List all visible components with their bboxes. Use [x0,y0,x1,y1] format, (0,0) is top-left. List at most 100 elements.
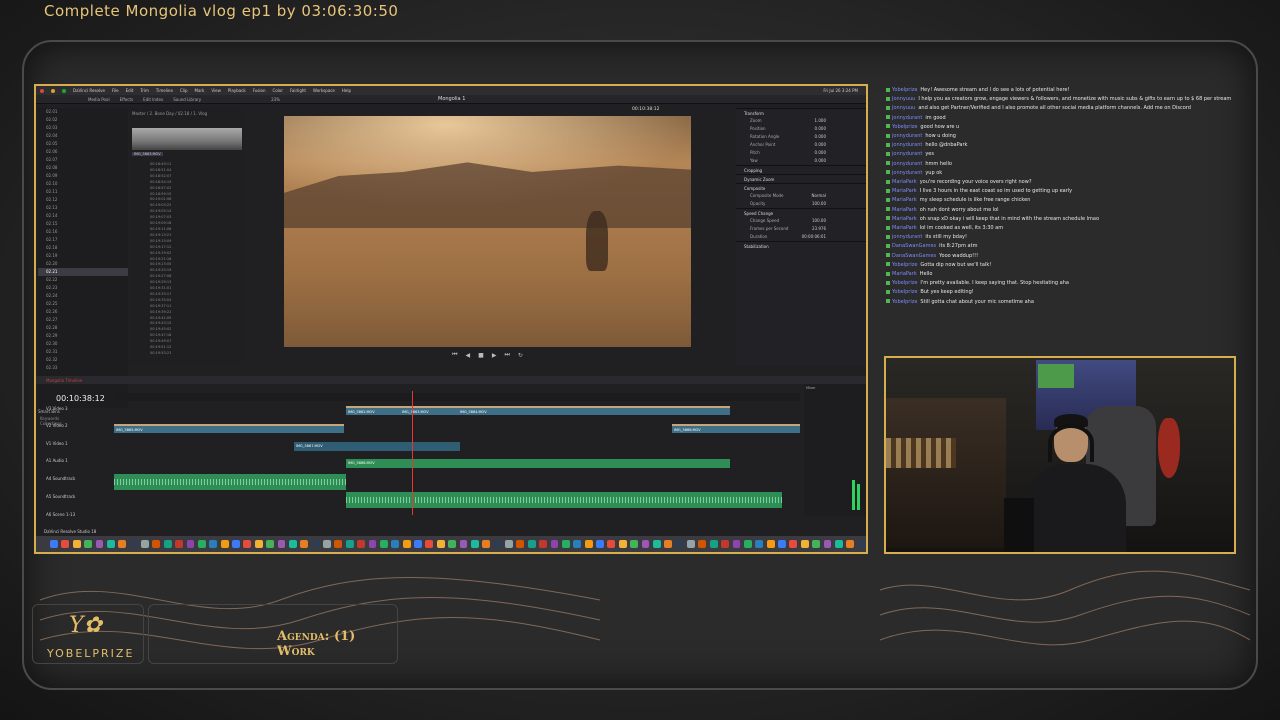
dock-app-icon[interactable] [800,540,809,548]
clip-thumbnail[interactable] [132,128,242,150]
chat-username[interactable]: Yobelprize [892,124,917,130]
inspector-section-dynamic-zoom[interactable]: Dynamic Zoom [736,174,866,183]
media-tree-item[interactable]: 02.29 [38,332,128,340]
track-header-a5[interactable]: A5 Soundtrack [46,494,112,499]
media-tree-item[interactable]: 02.14 [38,212,128,220]
media-tree-item[interactable]: 02.17 [38,236,128,244]
dock-app-icon[interactable] [743,540,752,548]
media-tree-item[interactable]: 02.09 [38,172,128,180]
timeline-clip[interactable]: IMG_5865.MOV [114,424,344,433]
davinci-resolve-window[interactable]: DaVinci Resolve File Edit Trim Timeline … [34,84,868,554]
dock-app-icon[interactable] [834,540,843,548]
track-header-a6[interactable]: A6 Scene 1-13 [46,512,112,517]
track-header-v3[interactable]: V3 Video 3 [46,406,112,411]
dock-app-icon[interactable] [243,540,252,548]
stop-icon[interactable]: ■ [478,352,484,359]
chat-username[interactable]: Yobelprize [892,289,917,295]
dock-app-icon[interactable] [721,540,729,548]
play-reverse-icon[interactable]: ◀ [466,352,471,359]
menu-mark[interactable]: Mark [195,88,205,93]
menu-clip[interactable]: Clip [180,88,188,93]
chat-username[interactable]: Yobelprize [892,262,917,268]
media-tree-item[interactable]: 02.12 [38,196,128,204]
dock-app-icon[interactable] [402,540,411,548]
chat-username[interactable]: jonnydurant [892,161,922,167]
chat-username[interactable]: jonnydurant [892,234,922,240]
media-tree-item[interactable]: 02.06 [38,148,128,156]
inspector-row[interactable]: Anchor Point 0.000 [736,141,866,149]
app-name[interactable]: DaVinci Resolve [73,88,105,93]
chat-username[interactable]: MariaPark [892,197,917,203]
edit-index-button[interactable]: Edit Index [143,97,163,102]
inspector-row[interactable]: Position 0.000 [736,125,866,133]
inspector-row[interactable]: Zoom 1.000 [736,117,866,125]
inspector-section-transform[interactable]: Transform [736,108,866,117]
dock-app-icon[interactable] [425,540,434,548]
menu-trim[interactable]: Trim [140,88,149,93]
clip-list-row[interactable]: 00:19:53:21 [150,351,242,357]
timeline-ruler[interactable] [114,393,800,401]
track-header-v2[interactable]: V2 Video 2 [46,423,112,428]
media-tree-item[interactable]: 02.01 [38,108,128,116]
inspector-row[interactable]: Duration 00:00:06:01 [736,233,866,241]
inspector-row[interactable]: Yaw 0.000 [736,157,866,165]
dock-app-icon[interactable] [448,540,456,548]
media-tree-item[interactable]: 02.24 [38,292,128,300]
dock-app-icon[interactable] [527,540,536,548]
dock-app-icon[interactable] [345,540,354,548]
dock-app-icon[interactable] [493,540,502,548]
dock-app-icon[interactable] [755,540,764,548]
play-icon[interactable]: ▶ [492,352,497,359]
dock-app-icon[interactable] [732,540,741,548]
chat-username[interactable]: jonnydurant [892,133,922,139]
dock-app-icon[interactable] [334,540,343,548]
effects-button[interactable]: Effects [120,97,134,102]
dock-app-icon[interactable] [300,540,309,548]
loop-icon[interactable]: ↻ [518,352,523,359]
menu-playback[interactable]: Playback [228,88,246,93]
media-tree-item[interactable]: 02.10 [38,180,128,188]
inspector-section-speed-change[interactable]: Speed Change [736,208,866,217]
dock-app-icon[interactable] [106,540,115,548]
dock-app-icon[interactable] [118,540,127,548]
media-tree-item[interactable]: 02.27 [38,316,128,324]
media-tree-item[interactable]: 02.04 [38,132,128,140]
chat-username[interactable]: jonnydurant [892,170,922,176]
dock-app-icon[interactable] [323,540,331,548]
media-tree-item[interactable]: 02.13 [38,204,128,212]
menu-help[interactable]: Help [342,88,351,93]
dock-app-icon[interactable] [391,540,400,548]
minimize-window-icon[interactable] [51,88,55,93]
playhead[interactable] [412,391,413,515]
audio-clip-soundtrack[interactable] [114,474,346,490]
inspector-row[interactable]: Opacity 100.00 [736,200,866,208]
chat-username[interactable]: Jonnyuuu [892,96,915,102]
dock-app-icon[interactable] [368,540,377,548]
dock-app-icon[interactable] [550,540,559,548]
dock-app-icon[interactable] [311,540,320,548]
media-tree-item[interactable]: 02.33 [38,364,128,372]
menu-workspace[interactable]: Workspace [313,88,335,93]
media-tree-item[interactable]: 02.03 [38,124,128,132]
timeline-clip[interactable]: IMG_5866.MOV [672,424,800,433]
dock-app-icon[interactable] [505,540,513,548]
menu-fairlight[interactable]: Fairlight [290,88,306,93]
dock-app-icon[interactable] [687,540,695,548]
menu-fusion[interactable]: Fusion [253,88,266,93]
dock-app-icon[interactable] [50,540,58,548]
dock-app-icon[interactable] [61,540,70,548]
timeline-clip[interactable]: IMG_5862.MOV [346,406,400,415]
dock-app-icon[interactable] [254,540,263,548]
chat-username[interactable]: Yobelprize [892,280,917,286]
media-tree-item[interactable]: 02.18 [38,244,128,252]
chat-username[interactable]: MariaPark [892,271,917,277]
track-header-a4[interactable]: A4 Soundtrack [46,476,112,481]
timeline-name-tab[interactable]: Mongolia Timeline [46,378,82,383]
dock-app-icon[interactable] [72,540,81,548]
dock-app-icon[interactable] [516,540,525,548]
media-tree-item[interactable]: 02.32 [38,356,128,364]
chat-username[interactable]: MariaPark [892,207,917,213]
media-tree-item[interactable]: 02.20 [38,260,128,268]
dock-app-icon[interactable] [596,540,604,548]
chat-username[interactable]: jonnydurant [892,115,922,121]
